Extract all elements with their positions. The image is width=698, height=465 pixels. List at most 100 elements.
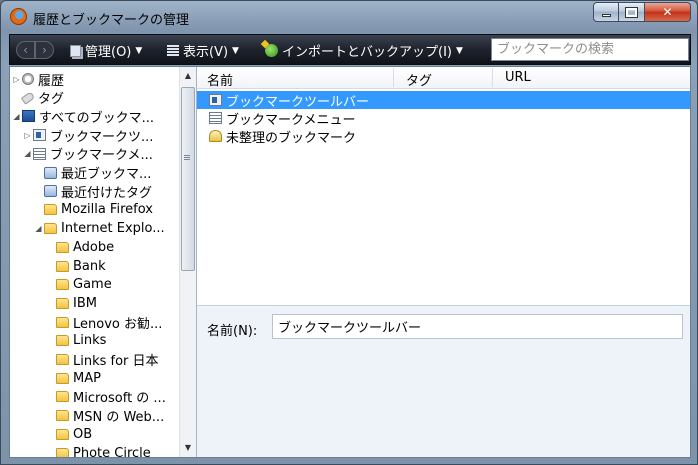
tree-item[interactable]: MSN の Web...: [46, 407, 164, 425]
list-item[interactable]: ブックマークメニュー: [197, 109, 690, 128]
views-icon: [167, 45, 179, 56]
folder-icon: [44, 204, 57, 216]
tree-scrollbar[interactable]: ▲ ▼: [179, 67, 196, 457]
tree-item[interactable]: ▷ ブックマークツ...: [23, 126, 153, 145]
column-divider[interactable]: [492, 68, 493, 87]
organize-icon: [70, 44, 81, 57]
import-backup-label: インポートとバックアップ(I): [282, 45, 452, 60]
scrollbar-grip-icon: [184, 155, 190, 161]
tree-item[interactable]: 最近ブックマ...: [34, 164, 151, 182]
library-window: 履歴とブックマークの管理 ✕ ‹ › 管理(O) ▼ 表示(V) ▼ インポート…: [0, 0, 698, 465]
column-tags[interactable]: タグ: [406, 70, 432, 89]
organize-menu-button[interactable]: 管理(O) ▼: [70, 41, 142, 60]
import-star-icon: [265, 44, 278, 57]
column-url[interactable]: URL: [505, 70, 531, 85]
tree-item-label: タグ: [38, 92, 65, 108]
bookmark-list: 名前 タグ URL ブックマークツールバー ブックマークメニュー 未整理のブックマー…: [197, 67, 690, 305]
tree-item[interactable]: Game: [46, 276, 112, 294]
tree-item[interactable]: MAP: [46, 369, 101, 387]
tree-item[interactable]: ◢ Internet Explo...: [34, 220, 164, 238]
close-icon: ✕: [662, 5, 673, 19]
tree-item[interactable]: Phote Circle: [46, 444, 151, 457]
list-item[interactable]: ブックマークツールバー: [197, 91, 690, 110]
window-title: 履歴とブックマークの管理: [33, 13, 190, 28]
tree-item-label: すべてのブックマ...: [39, 110, 154, 126]
tree-item[interactable]: IBM: [46, 294, 97, 312]
import-backup-menu-button[interactable]: インポートとバックアップ(I) ▼: [265, 41, 463, 60]
column-divider[interactable]: [393, 68, 394, 87]
expand-twisty-icon[interactable]: ▷: [12, 75, 21, 84]
forward-button[interactable]: ›: [35, 41, 54, 59]
chevron-down-icon: ▼: [232, 45, 239, 56]
tree-item[interactable]: タグ: [12, 89, 64, 107]
folder-icon: [56, 391, 69, 403]
tree-item[interactable]: ◢ ブックマークメ...: [23, 145, 153, 163]
library-icon: [22, 110, 35, 123]
tree-item[interactable]: Links: [46, 332, 106, 350]
list-item-name: ブックマークツールバー: [226, 94, 370, 110]
folder-icon: [56, 335, 69, 347]
tree-item-label: Phote Circle: [73, 445, 151, 458]
tree-item-label: IBM: [73, 295, 97, 311]
folder-icon: [56, 297, 69, 309]
tree-item-label: Bank: [73, 258, 106, 274]
back-button[interactable]: ‹: [16, 41, 35, 59]
firefox-icon: [10, 8, 27, 25]
maximize-button[interactable]: [619, 2, 645, 22]
folder-icon: [56, 241, 69, 253]
expand-twisty-icon[interactable]: ◢: [12, 112, 21, 121]
smart-query-icon: [44, 185, 57, 198]
tree-item-label: Links for 日本: [73, 354, 159, 369]
expand-twisty-icon[interactable]: ▷: [23, 131, 32, 140]
tree-item[interactable]: 最近付けたタグ: [34, 182, 153, 201]
title-bar[interactable]: 履歴とブックマークの管理 ✕: [1, 1, 697, 33]
list-item[interactable]: 未整理のブックマーク: [197, 127, 690, 146]
organize-label: 管理(O): [85, 45, 132, 60]
details-pane: 名前(N):: [197, 305, 690, 457]
column-name[interactable]: 名前: [207, 70, 233, 89]
views-label: 表示(V): [183, 45, 229, 60]
scroll-down-arrow-icon[interactable]: ▼: [180, 439, 196, 456]
folder-icon: [56, 372, 69, 384]
places-tree[interactable]: ▷ 履歴 タグ ◢ すべてのブックマ... ▷ ブックマークツ... ◢ ブックマークメ... 最…: [10, 67, 196, 457]
tag-icon: [20, 90, 36, 105]
tree-item[interactable]: ◢ すべてのブックマ...: [12, 107, 154, 126]
tree-item[interactable]: Lenovo お勧...: [46, 313, 162, 332]
scrollbar-thumb[interactable]: [181, 87, 195, 271]
scroll-up-arrow-icon[interactable]: ▲: [180, 67, 196, 84]
list-item-name: ブックマークメニュー: [226, 112, 356, 128]
close-button[interactable]: ✕: [645, 2, 691, 22]
list-item-name: 未整理のブックマーク: [226, 130, 357, 146]
views-menu-button[interactable]: 表示(V) ▼: [167, 41, 239, 60]
tree-item-label: Links: [73, 333, 107, 349]
tree-item-label: 履歴: [38, 73, 65, 89]
tree-item-label: 最近付けたタグ: [61, 185, 153, 201]
expand-twisty-icon[interactable]: ◢: [34, 224, 43, 233]
tree-item[interactable]: Bank: [46, 257, 106, 275]
minimize-button[interactable]: [593, 2, 619, 22]
bookmarks-toolbar-icon: [209, 94, 222, 106]
expand-twisty-icon[interactable]: ◢: [23, 149, 32, 158]
library-content: ▷ 履歴 タグ ◢ すべてのブックマ... ▷ ブックマークツ... ◢ ブックマークメ... 最…: [9, 66, 691, 458]
chevron-down-icon: ▼: [455, 45, 463, 56]
folder-icon: [56, 447, 69, 457]
smart-query-icon: [44, 166, 57, 179]
name-field[interactable]: [272, 314, 683, 339]
tree-item-label: Adobe: [73, 239, 115, 255]
tree-item[interactable]: ▷ 履歴: [12, 70, 65, 89]
library-toolbar: ‹ › 管理(O) ▼ 表示(V) ▼ インポートとバックアップ(I) ▼: [9, 34, 691, 65]
tree-item-label: Game: [73, 277, 112, 293]
tree-item[interactable]: Adobe: [46, 238, 114, 256]
tree-item[interactable]: OB: [46, 425, 92, 443]
back-arrow-icon: ‹: [23, 43, 28, 57]
history-icon: [22, 73, 34, 85]
tree-item-label: ブックマークメ...: [50, 148, 153, 164]
column-header: 名前 タグ URL: [197, 67, 690, 89]
tree-item[interactable]: Links for 日本: [46, 351, 159, 369]
bookmark-search-input[interactable]: [491, 38, 689, 61]
tree-item[interactable]: Microsoft の ...: [46, 388, 166, 406]
unsorted-bookmarks-icon: [209, 130, 222, 142]
maximize-icon: [625, 6, 638, 18]
tree-item[interactable]: Mozilla Firefox: [34, 201, 153, 219]
tree-item-label: Microsoft の ...: [73, 391, 166, 407]
